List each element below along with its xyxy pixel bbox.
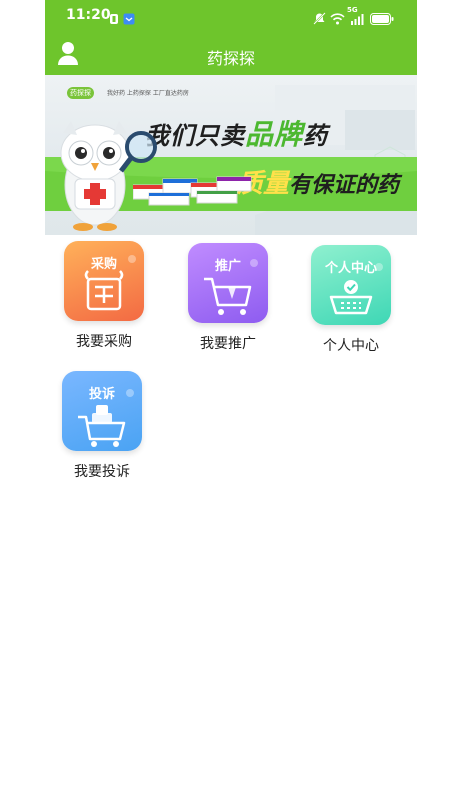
signal-icon — [350, 10, 364, 29]
menu-item-complaint[interactable]: 投诉 我要投诉 — [59, 371, 145, 481]
app-screen: 11:20 5G 药探探 药探探 我好药 上药探探 工厂直达药房 我们只卖品牌药… — [45, 0, 417, 800]
status-bar: 11:20 5G — [45, 0, 417, 32]
purchase-label: 我要采购 — [76, 334, 132, 350]
promotion-cart-icon — [204, 259, 258, 315]
page-title: 药探探 — [206, 49, 255, 68]
headline-line-1: 我们只卖品牌药 — [145, 113, 328, 153]
promo-banner[interactable]: 药探探 我好药 上药探探 工厂直达药房 我们只卖品牌药 质量有保证的药 — [45, 75, 417, 235]
complaint-label: 我要投诉 — [74, 464, 130, 480]
menu-item-promotion[interactable]: 推广 我要推广 — [185, 243, 271, 353]
complaint-cart-icon — [78, 389, 134, 447]
basket-check-icon — [329, 263, 383, 315]
complaint-tile-bg: 投诉 — [62, 371, 142, 451]
promotion-label: 我要推广 — [200, 336, 256, 352]
status-time: 11:20 — [66, 7, 111, 23]
personal-tile-bg: 个人中心 — [311, 245, 391, 325]
notification-app-icon — [123, 10, 135, 29]
headline-1-highlight: 品牌 — [245, 118, 304, 151]
purchase-tile-bg: 采购 — [64, 241, 144, 321]
menu-item-purchase[interactable]: 采购 我要采购 — [61, 241, 147, 351]
personal-label: 个人中心 — [323, 338, 379, 354]
headline-2-tail: 有保证的药 — [289, 173, 400, 198]
battery-saver-icon — [109, 10, 119, 29]
purchase-icon — [84, 255, 136, 311]
medicine-boxes-illustration — [133, 176, 252, 206]
headline-line-2: 质量有保证的药 — [237, 163, 399, 200]
brand-badge: 药探探 — [67, 87, 94, 99]
headline-1-tail: 药 — [303, 122, 329, 150]
menu-item-personal-center[interactable]: 个人中心 个人中心 — [308, 245, 394, 355]
mute-bell-icon — [313, 10, 326, 29]
wifi-icon — [330, 10, 345, 29]
app-header: 11:20 5G 药探探 — [45, 0, 417, 75]
battery-icon — [370, 10, 394, 29]
promotion-tile-bg: 推广 — [188, 243, 268, 323]
brand-tagline: 我好药 上药探探 工厂直达药房 — [107, 90, 189, 97]
